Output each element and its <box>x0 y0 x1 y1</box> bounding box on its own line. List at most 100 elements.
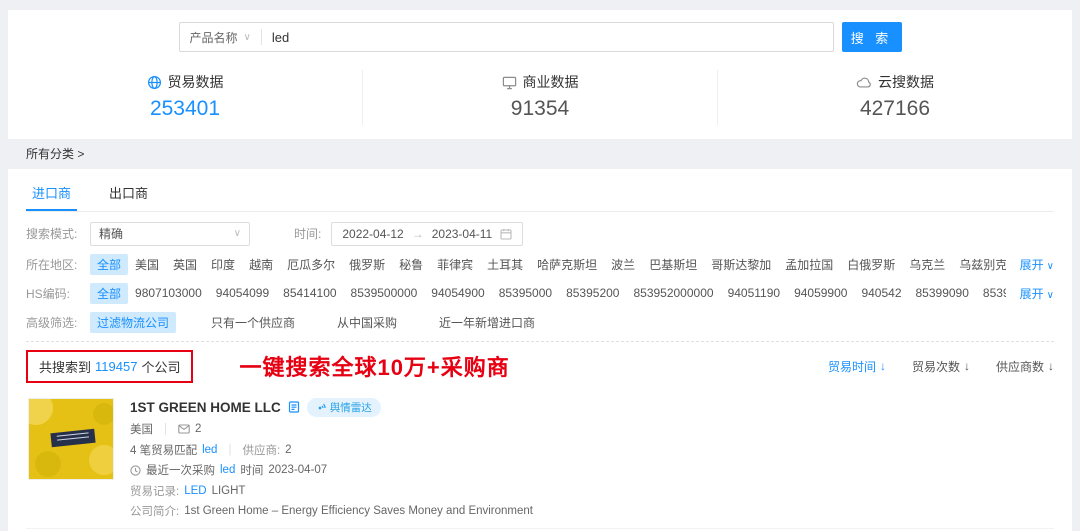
email-count: 2 <box>195 423 201 435</box>
hs-code-chip[interactable]: 94054099 <box>209 284 276 302</box>
region-chip[interactable]: 菲律宾 <box>430 254 480 275</box>
hs-code-chip[interactable]: 94051190 <box>721 284 788 302</box>
last-purchase-keyword: led <box>220 464 235 476</box>
stat-label: 贸易数据 <box>168 72 224 92</box>
sort-option[interactable]: 供应商数↓ <box>996 358 1054 375</box>
stat-label: 商业数据 <box>523 72 579 92</box>
hs-code-chip[interactable]: 940542 <box>854 284 908 302</box>
hs-code-chip[interactable]: 8539520000 <box>976 284 1006 302</box>
company-intro-label: 公司简介: <box>130 503 179 519</box>
hs-code-filter-label: HS编码: <box>26 285 90 302</box>
sort-option[interactable]: 贸易时间↓ <box>828 358 886 375</box>
hs-code-chip[interactable]: 94054900 <box>424 284 491 302</box>
last-purchase-time-label: 时间 <box>240 462 263 478</box>
filters: 搜索模式: 精确 ∨ 时间: 2022-04-12 → 2023-04-11 所… <box>26 212 1054 333</box>
region-chip[interactable]: 乌克兰 <box>902 254 952 275</box>
hs-code-chip[interactable]: 85395000 <box>492 284 559 302</box>
company-report-icon[interactable] <box>288 401 300 413</box>
date-end: 2023-04-11 <box>432 227 493 241</box>
chevron-down-icon: ∨ <box>234 228 241 239</box>
search-mode-value: 精确 <box>99 225 123 242</box>
data-source-stats: 贸易数据 253401 商业数据 91354 云搜数据 427166 <box>8 70 1072 125</box>
result-count-highlight-box: 共搜索到 119457 个公司 <box>26 350 193 383</box>
hs-code-chip[interactable]: 全部 <box>90 283 128 304</box>
stat-value: 427166 <box>718 97 1072 121</box>
trade-record-rest: LIGHT <box>212 485 246 497</box>
time-label: 时间: <box>294 225 321 242</box>
arrow-down-icon: ↓ <box>964 359 970 373</box>
hs-code-chip[interactable]: 9807103000 <box>128 284 209 302</box>
search-category-dropdown[interactable]: 产品名称 ∨ <box>180 29 261 46</box>
hs-code-chip[interactable]: 85399090 <box>909 284 976 302</box>
region-chip[interactable]: 英国 <box>166 254 204 275</box>
search-mode-select[interactable]: 精确 ∨ <box>90 222 250 246</box>
breadcrumb-all-categories[interactable]: 所有分类 > <box>26 147 84 161</box>
sentiment-radar-badge[interactable]: 舆情雷达 <box>307 398 381 417</box>
chevron-down-icon: ∨ <box>1047 290 1054 301</box>
region-chip-list: 全部美国英国印度越南厄瓜多尔俄罗斯秘鲁菲律宾土耳其哈萨克斯坦波兰巴基斯坦哥斯达黎… <box>90 254 1006 275</box>
search-box: 产品名称 ∨ <box>179 22 834 52</box>
hs-code-chip[interactable]: 85414100 <box>276 284 343 302</box>
region-chip[interactable]: 越南 <box>242 254 280 275</box>
date-range-picker[interactable]: 2022-04-12 → 2023-04-11 <box>331 222 523 246</box>
region-chip[interactable]: 秘鲁 <box>392 254 430 275</box>
region-chip[interactable]: 孟加拉国 <box>778 254 840 275</box>
cloud-icon <box>856 75 872 90</box>
email-icon <box>178 424 190 434</box>
stat-trade-data[interactable]: 贸易数据 253401 <box>8 70 362 125</box>
stat-cloud-search-data[interactable]: 云搜数据 427166 <box>717 70 1072 125</box>
company-card: 1ST GREEN HOME LLC 舆情雷达 美国 | 2 4 笔贸易匹配le… <box>26 389 1054 530</box>
region-chip[interactable]: 土耳其 <box>480 254 530 275</box>
results-header: 共搜索到 119457 个公司 一键搜索全球10万+采购商 贸易时间↓ 贸易次数↓… <box>26 350 1054 383</box>
company-country: 美国 <box>130 421 153 437</box>
trade-record-keyword: LED <box>184 485 206 497</box>
company-thumbnail[interactable] <box>28 398 114 480</box>
hs-code-chip-list: 全部98071030009405409985414100853950000094… <box>90 283 1006 304</box>
divider <box>26 341 1054 342</box>
search-input[interactable] <box>262 30 833 45</box>
stat-value: 253401 <box>8 97 362 121</box>
trade-match-text: 4 笔贸易匹配 <box>130 442 197 458</box>
monitor-icon <box>502 75 517 90</box>
region-chip[interactable]: 全部 <box>90 254 128 275</box>
company-intro: 1st Green Home – Energy Efficiency Saves… <box>184 505 533 517</box>
region-chip[interactable]: 印度 <box>204 254 242 275</box>
last-purchase-date: 2023-04-07 <box>268 464 327 476</box>
region-chip[interactable]: 巴基斯坦 <box>642 254 704 275</box>
search-mode-row: 搜索模式: 精确 ∨ 时间: 2022-04-12 → 2023-04-11 <box>26 222 1054 246</box>
region-chip[interactable]: 美国 <box>128 254 166 275</box>
region-chip[interactable]: 白俄罗斯 <box>840 254 902 275</box>
region-chip[interactable]: 哥斯达黎加 <box>704 254 778 275</box>
region-chip[interactable]: 俄罗斯 <box>342 254 392 275</box>
hs-code-chip[interactable]: 853952000000 <box>626 284 720 302</box>
company-name[interactable]: 1ST GREEN HOME LLC <box>130 400 281 415</box>
advanced-chip-list: 过滤物流公司 只有一个供应商 从中国采购 近一年新增进口商 <box>90 312 1054 333</box>
region-filter-label: 所在地区: <box>26 256 90 273</box>
sort-options: 贸易时间↓ 贸易次数↓ 供应商数↓ <box>828 358 1054 375</box>
search-panel: 产品名称 ∨ 搜 索 贸易数据 253401 商业数据 <box>8 10 1072 139</box>
region-chip[interactable]: 波兰 <box>604 254 642 275</box>
tab-exporters[interactable]: 出口商 <box>103 175 154 211</box>
tab-importers[interactable]: 进口商 <box>26 175 77 211</box>
chevron-down-icon: ∨ <box>244 32 251 43</box>
results-panel: 进口商 出口商 搜索模式: 精确 ∨ 时间: 2022-04-12 → 2023… <box>8 169 1072 531</box>
hs-code-chip[interactable]: 94059900 <box>787 284 854 302</box>
hs-code-expand-link[interactable]: 展开∨ <box>1020 285 1054 302</box>
marketing-annotation: 一键搜索全球10万+采购商 <box>239 350 509 382</box>
chevron-down-icon: ∨ <box>1047 261 1054 272</box>
search-button[interactable]: 搜 索 <box>842 22 902 52</box>
sort-option[interactable]: 贸易次数↓ <box>912 358 970 375</box>
advanced-filter-chip[interactable]: 只有一个供应商 <box>204 312 302 333</box>
region-expand-link[interactable]: 展开∨ <box>1020 256 1054 273</box>
trade-match-keyword: led <box>202 444 217 456</box>
importer-exporter-tabs: 进口商 出口商 <box>26 169 1054 212</box>
region-chip[interactable]: 厄瓜多尔 <box>280 254 342 275</box>
advanced-filter-chip[interactable]: 近一年新增进口商 <box>432 312 542 333</box>
stat-business-data[interactable]: 商业数据 91354 <box>362 70 717 125</box>
advanced-filter-chip[interactable]: 过滤物流公司 <box>90 312 176 333</box>
advanced-filter-chip[interactable]: 从中国采购 <box>330 312 404 333</box>
hs-code-chip[interactable]: 8539500000 <box>344 284 425 302</box>
region-chip[interactable]: 乌兹别克斯坦 <box>952 254 1005 275</box>
hs-code-chip[interactable]: 85395200 <box>559 284 626 302</box>
region-chip[interactable]: 哈萨克斯坦 <box>530 254 604 275</box>
